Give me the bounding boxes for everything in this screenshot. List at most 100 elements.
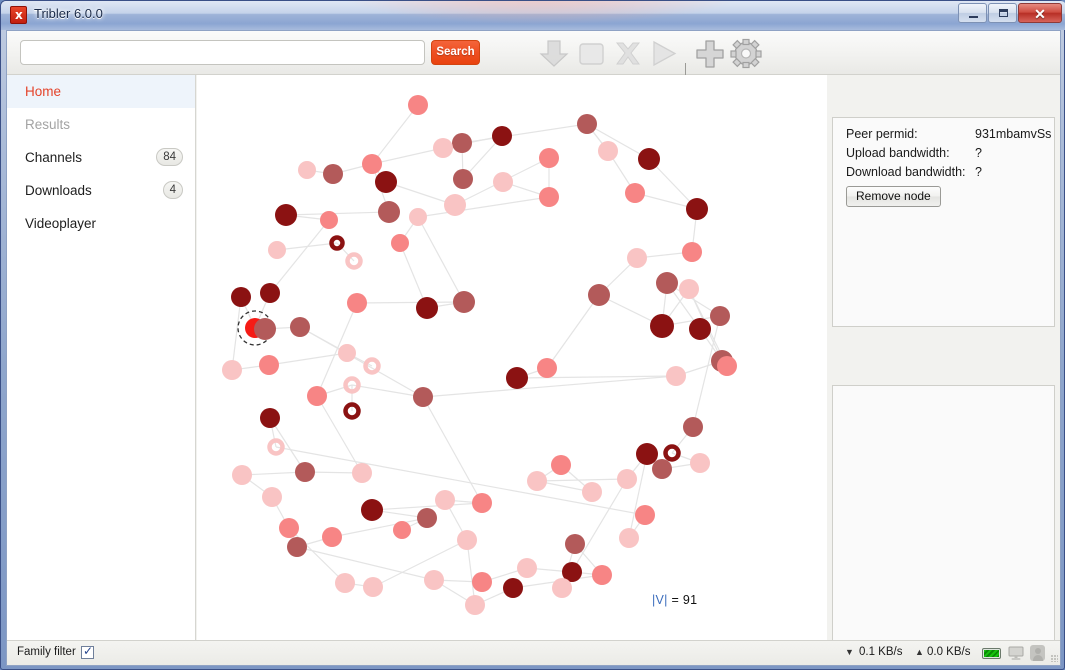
- graph-node[interactable]: [452, 133, 472, 153]
- graph-node[interactable]: [338, 344, 356, 362]
- graph-node[interactable]: [362, 154, 382, 174]
- graph-node[interactable]: [552, 578, 572, 598]
- cancel-icon[interactable]: [609, 38, 647, 69]
- graph-node[interactable]: [335, 573, 355, 593]
- graph-node[interactable]: [492, 126, 512, 146]
- remove-node-button[interactable]: Remove node: [846, 186, 941, 207]
- graph-node[interactable]: [493, 172, 513, 192]
- graph-node[interactable]: [689, 318, 711, 340]
- graph-node[interactable]: [352, 463, 372, 483]
- search-input[interactable]: [20, 40, 425, 65]
- graph-node[interactable]: [527, 471, 547, 491]
- settings-gear-icon[interactable]: [727, 38, 765, 69]
- graph-node[interactable]: [457, 530, 477, 550]
- graph-node[interactable]: [322, 527, 342, 547]
- graph-node[interactable]: [472, 572, 492, 592]
- graph-node[interactable]: [635, 505, 655, 525]
- close-button[interactable]: ✕: [1018, 3, 1062, 23]
- graph-node[interactable]: [652, 459, 672, 479]
- graph-node[interactable]: [656, 272, 678, 294]
- download-icon[interactable]: [535, 38, 573, 69]
- graph-node[interactable]: [260, 408, 280, 428]
- monitor-icon[interactable]: [1008, 645, 1024, 661]
- graph-node[interactable]: [416, 297, 438, 319]
- graph-canvas[interactable]: [197, 75, 827, 640]
- graph-node[interactable]: [393, 521, 411, 539]
- graph-node[interactable]: [287, 537, 307, 557]
- graph-node[interactable]: [444, 194, 466, 216]
- graph-node[interactable]: [259, 355, 279, 375]
- graph-node[interactable]: [295, 462, 315, 482]
- graph-node[interactable]: [598, 141, 618, 161]
- graph-node[interactable]: [409, 208, 427, 226]
- graph-node[interactable]: [650, 314, 674, 338]
- sidebar-item-videoplayer[interactable]: Videoplayer: [7, 207, 195, 240]
- graph-node[interactable]: [577, 114, 597, 134]
- graph-node[interactable]: [254, 318, 276, 340]
- graph-node[interactable]: [408, 95, 428, 115]
- graph-node[interactable]: [717, 356, 737, 376]
- graph-node[interactable]: [666, 366, 686, 386]
- graph-node[interactable]: [232, 465, 252, 485]
- graph-node[interactable]: [690, 453, 710, 473]
- graph-node[interactable]: [424, 570, 444, 590]
- graph-node[interactable]: [433, 138, 453, 158]
- stop-icon[interactable]: [573, 38, 611, 69]
- graph-node[interactable]: [417, 508, 437, 528]
- graph-node[interactable]: [625, 183, 645, 203]
- graph-node[interactable]: [636, 443, 658, 465]
- peer-network-graph[interactable]: |V| = 91: [197, 75, 827, 640]
- graph-node[interactable]: [347, 293, 367, 313]
- graph-node[interactable]: [260, 283, 280, 303]
- graph-node[interactable]: [551, 455, 571, 475]
- graph-node[interactable]: [588, 284, 610, 306]
- graph-node[interactable]: [686, 198, 708, 220]
- graph-node[interactable]: [307, 386, 327, 406]
- sidebar-item-results[interactable]: Results: [7, 108, 195, 141]
- graph-node[interactable]: [268, 241, 286, 259]
- resize-grip[interactable]: [1051, 655, 1058, 662]
- activity-meter-icon[interactable]: [982, 648, 1001, 659]
- graph-node[interactable]: [517, 558, 537, 578]
- sidebar-item-home[interactable]: Home: [7, 75, 195, 108]
- graph-node[interactable]: [638, 148, 660, 170]
- graph-node[interactable]: [539, 187, 559, 207]
- graph-node[interactable]: [262, 487, 282, 507]
- graph-node[interactable]: [683, 417, 703, 437]
- graph-node[interactable]: [627, 248, 647, 268]
- graph-node[interactable]: [378, 201, 400, 223]
- graph-node[interactable]: [290, 317, 310, 337]
- graph-node[interactable]: [710, 306, 730, 326]
- graph-node[interactable]: [453, 291, 475, 313]
- user-icon[interactable]: [1030, 645, 1045, 661]
- graph-node[interactable]: [472, 493, 492, 513]
- graph-node[interactable]: [323, 164, 343, 184]
- graph-node[interactable]: [275, 204, 297, 226]
- graph-node[interactable]: [582, 482, 602, 502]
- play-icon[interactable]: [644, 38, 682, 69]
- add-icon[interactable]: [691, 38, 729, 69]
- graph-node[interactable]: [298, 161, 316, 179]
- graph-node[interactable]: [679, 279, 699, 299]
- graph-node[interactable]: [320, 211, 338, 229]
- graph-node[interactable]: [375, 171, 397, 193]
- minimize-button[interactable]: [958, 3, 987, 23]
- graph-node[interactable]: [391, 234, 409, 252]
- maximize-button[interactable]: [988, 3, 1017, 23]
- graph-node[interactable]: [503, 578, 523, 598]
- graph-node[interactable]: [617, 469, 637, 489]
- search-button[interactable]: Search: [431, 40, 480, 65]
- sidebar-item-downloads[interactable]: Downloads 4: [7, 174, 195, 207]
- graph-node[interactable]: [506, 367, 528, 389]
- graph-node[interactable]: [682, 242, 702, 262]
- graph-node[interactable]: [361, 499, 383, 521]
- graph-node[interactable]: [453, 169, 473, 189]
- graph-node[interactable]: [465, 595, 485, 615]
- graph-node[interactable]: [592, 565, 612, 585]
- family-filter-checkbox[interactable]: ✓: [81, 644, 94, 659]
- graph-node[interactable]: [619, 528, 639, 548]
- graph-node[interactable]: [565, 534, 585, 554]
- sidebar-item-channels[interactable]: Channels 84: [7, 141, 195, 174]
- graph-nodes[interactable]: [222, 95, 737, 615]
- graph-node[interactable]: [537, 358, 557, 378]
